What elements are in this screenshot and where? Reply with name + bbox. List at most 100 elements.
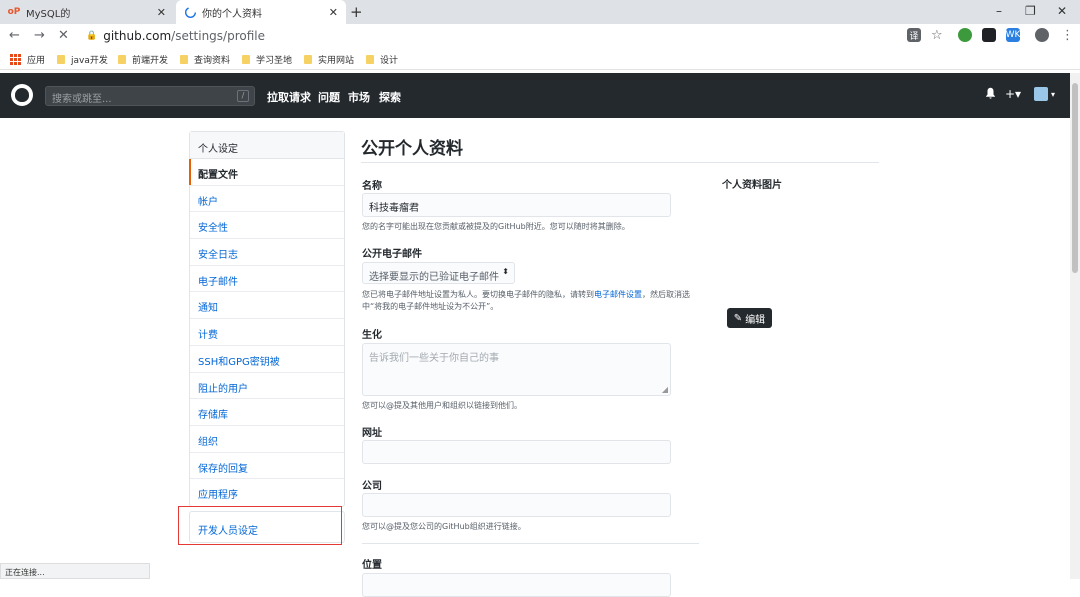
sidebar-item-ssh-gpg-keys[interactable]: SSH和GPG密钥被 <box>190 346 344 373</box>
public-email-select[interactable]: 选择要显示的已验证电子邮件 ⬍ <box>362 262 515 284</box>
sidebar-item-security[interactable]: 安全性 <box>190 212 344 240</box>
tab-title: MySQL的 <box>26 8 71 20</box>
email-settings-link[interactable]: 电子邮件设置 <box>594 290 642 299</box>
url-input[interactable] <box>362 440 671 464</box>
pencil-icon: ✎ <box>733 312 743 324</box>
bio-note: 您可以@提及其他用户和组织以链接到他们。 <box>362 401 522 410</box>
page-scrollbar[interactable] <box>1070 73 1080 579</box>
new-tab-button[interactable]: + <box>350 3 363 21</box>
search-placeholder: 搜索或跳至... <box>52 94 112 105</box>
forward-icon[interactable]: → <box>34 28 45 43</box>
restore-button[interactable]: ❐ <box>1025 4 1036 18</box>
menu-icon[interactable]: ⋮ <box>1061 28 1074 43</box>
bookmark-label: 查询资料 <box>194 56 231 66</box>
settings-sidebar: 个人设定 配置文件 帐户 安全性 安全日志 电子邮件 通知 计费 SSH和GPG… <box>189 131 345 507</box>
email-note-text: 您已将电子邮件地址设置为私人。要切换电子邮件的隐私，请转到 <box>362 290 594 299</box>
sidebar-item-blocked-users[interactable]: 阻止的用户 <box>190 373 344 400</box>
bookmark-apps[interactable]: 应用 <box>10 53 45 66</box>
browser-tab-strip: oP MySQL的 ✕ 你的个人资料 ✕ + – ❐ ✕ <box>0 0 1080 24</box>
url-path: /settings/profile <box>171 29 265 43</box>
bookmark-folder[interactable]: java开发 <box>57 53 108 66</box>
sidebar-item-billing[interactable]: 计费 <box>190 319 344 346</box>
edit-picture-button[interactable]: ✎ 编辑 <box>727 308 772 328</box>
edit-button-label: 编辑 <box>745 314 766 326</box>
sidebar-item-saved-replies[interactable]: 保存的回复 <box>190 453 344 480</box>
sidebar-item-security-log[interactable]: 安全日志 <box>190 239 344 266</box>
name-note: 您的名字可能出现在您贡献或被提及的GitHub附近。您可以随时将其删除。 <box>362 222 630 231</box>
search-shortcut-key: / <box>237 90 249 102</box>
oracle-icon: oP <box>7 7 21 17</box>
bookmark-folder[interactable]: 查询资料 <box>180 53 230 66</box>
company-note: 您可以@提及您公司的GitHub组织进行链接。 <box>362 522 526 531</box>
company-label: 公司 <box>362 481 382 492</box>
tab-title: 你的个人资料 <box>202 8 262 20</box>
nav-explore[interactable]: 探索 <box>379 89 401 105</box>
folder-icon <box>57 55 65 64</box>
folder-icon <box>180 55 188 64</box>
minimize-button[interactable]: – <box>996 4 1002 18</box>
sidebar-item-account[interactable]: 帐户 <box>190 186 344 213</box>
bio-placeholder: 告诉我们一些关于你自己的事 <box>369 353 499 364</box>
extension-icon[interactable]: WK <box>1006 28 1020 42</box>
avatar[interactable] <box>1034 87 1048 101</box>
folder-icon <box>366 55 374 64</box>
sidebar-item-notifications[interactable]: 通知 <box>190 292 344 320</box>
resize-grip-icon[interactable]: ◢ <box>662 385 668 394</box>
close-icon[interactable]: ✕ <box>329 6 338 19</box>
stop-icon[interactable]: ✕ <box>58 28 69 43</box>
bell-icon[interactable] <box>985 87 996 102</box>
translate-icon[interactable]: 译 <box>907 28 921 42</box>
star-icon[interactable]: ☆ <box>931 28 943 43</box>
window-close-button[interactable]: ✕ <box>1057 4 1067 18</box>
bookmark-label: 设计 <box>380 56 399 66</box>
bookmark-label: java开发 <box>71 56 108 66</box>
bookmark-folder[interactable]: 实用网站 <box>304 53 354 66</box>
bookmark-label: 学习圣地 <box>256 56 293 66</box>
close-icon[interactable]: ✕ <box>157 6 166 19</box>
bookmark-folder[interactable]: 前端开发 <box>118 53 168 66</box>
search-input[interactable]: 搜索或跳至... / <box>45 86 255 106</box>
extension-icon[interactable] <box>958 28 972 42</box>
nav-pull-requests[interactable]: 拉取请求 <box>267 89 311 105</box>
tab-mysql[interactable]: oP MySQL的 ✕ <box>0 0 174 24</box>
scrollbar-thumb[interactable] <box>1072 83 1078 273</box>
sidebar-heading: 个人设定 <box>190 132 344 159</box>
nav-issues[interactable]: 问题 <box>318 89 340 105</box>
sidebar-item-profile[interactable]: 配置文件 <box>189 159 344 186</box>
apps-icon <box>10 54 21 65</box>
nav-marketplace[interactable]: 市场 <box>348 89 370 105</box>
lock-icon: 🔒 <box>86 31 98 41</box>
sidebar-item-emails[interactable]: 电子邮件 <box>190 266 344 293</box>
bookmark-label: 实用网站 <box>318 56 355 66</box>
github-icon <box>184 6 196 18</box>
folder-icon <box>304 55 312 64</box>
public-email-select-value: 选择要显示的已验证电子邮件 <box>369 272 499 283</box>
github-logo-icon[interactable] <box>11 84 33 106</box>
bookmark-folder[interactable]: 学习圣地 <box>242 53 292 66</box>
bookmark-label: 应用 <box>27 56 46 66</box>
url-field[interactable]: 🔒 github.com /settings/profile <box>86 29 265 43</box>
status-bar: 正在连接... <box>0 563 150 579</box>
extension-icon[interactable] <box>982 28 996 42</box>
location-input[interactable] <box>362 573 671 597</box>
divider <box>362 543 699 544</box>
back-icon[interactable]: ← <box>9 28 20 43</box>
page-title: 公开个人资料 <box>361 139 463 159</box>
folder-icon <box>242 55 250 64</box>
folder-icon <box>118 55 126 64</box>
account-icon[interactable] <box>1035 28 1049 42</box>
bookmarks-bar: 应用 java开发 前端开发 查询资料 学习圣地 实用网站 设计 <box>0 48 1080 70</box>
sidebar-item-repositories[interactable]: 存储库 <box>190 399 344 426</box>
bio-textarea[interactable]: 告诉我们一些关于你自己的事 ◢ <box>362 343 671 396</box>
bookmark-folder[interactable]: 设计 <box>366 53 398 66</box>
profile-picture-label: 个人资料图片 <box>722 180 782 191</box>
company-input[interactable] <box>362 493 671 517</box>
tab-profile[interactable]: 你的个人资料 ✕ <box>176 0 346 24</box>
create-new-menu[interactable]: +▾ <box>1005 87 1021 101</box>
sidebar-item-organizations[interactable]: 组织 <box>190 426 344 453</box>
chevron-down-icon[interactable]: ▾ <box>1051 90 1055 99</box>
location-label: 位置 <box>362 560 382 571</box>
name-input[interactable]: 科技毒瘤君 <box>362 193 671 217</box>
github-header: 搜索或跳至... / 拉取请求 问题 市场 探索 +▾ ▾ <box>0 73 1070 118</box>
sidebar-item-applications[interactable]: 应用程序 <box>190 479 344 506</box>
